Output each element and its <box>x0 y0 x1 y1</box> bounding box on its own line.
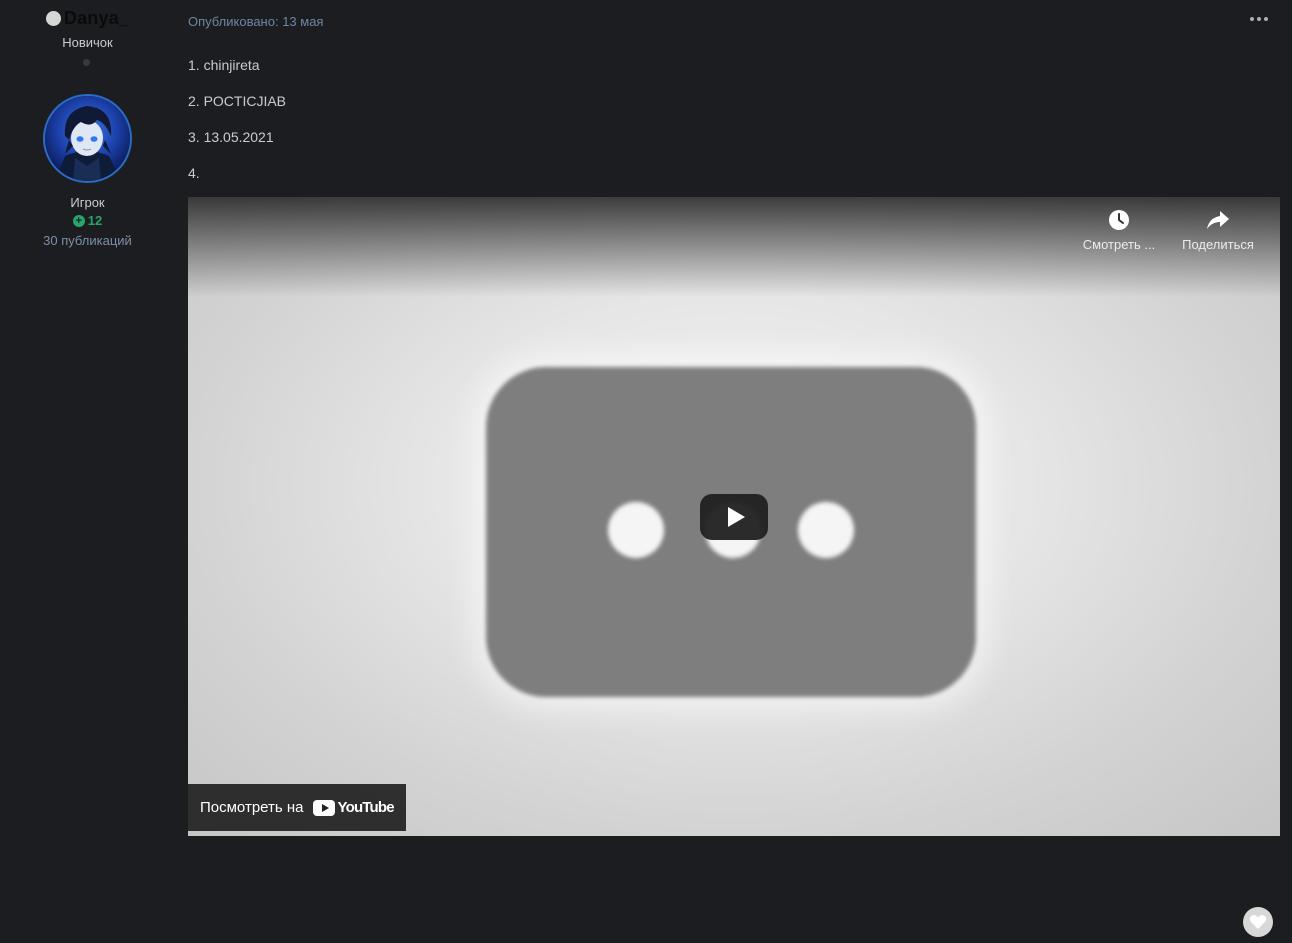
post-line-1: 1. chinjireta <box>188 57 260 73</box>
watch-on-youtube-button[interactable]: Посмотреть на YouTube <box>188 784 406 831</box>
share-label: Поделиться <box>1182 237 1254 252</box>
plus-circle-icon: + <box>72 214 85 227</box>
youtube-embed[interactable]: Смотреть ... Поделиться Посмотреть на Yo… <box>188 197 1280 836</box>
post-date[interactable]: Опубликовано: 13 мая <box>188 14 323 29</box>
post-line-4: 4. <box>188 165 200 181</box>
thumbnail-dot <box>608 502 664 558</box>
share-arrow-icon <box>1173 207 1263 233</box>
thumbnail-dot <box>798 502 854 558</box>
offline-status-icon <box>45 11 61 26</box>
play-button[interactable] <box>700 494 768 540</box>
author-rank: Игрок <box>70 195 105 210</box>
forum-post: Danya_ Новичок Игрок + 12 30 публикаций … <box>0 0 1292 943</box>
post-count: 30 публикаций <box>43 233 132 248</box>
youtube-play-icon <box>313 799 336 816</box>
reputation-count: 12 <box>87 213 103 228</box>
watch-on-label: Посмотреть на <box>200 799 304 816</box>
youtube-wordmark: YouTube <box>337 799 394 816</box>
post-line-3: 3. 13.05.2021 <box>188 129 274 145</box>
play-icon <box>727 507 745 527</box>
author-name-row: Danya_ <box>0 8 175 29</box>
more-options-button[interactable] <box>1250 12 1270 26</box>
reputation: + 12 <box>0 213 175 228</box>
share-button[interactable]: Поделиться <box>1173 207 1263 252</box>
author-name-link[interactable]: Danya_ <box>64 8 129 29</box>
watch-later-label: Смотреть ... <box>1082 237 1156 252</box>
post-line-2: 2. POCTICJIAB <box>188 93 287 109</box>
heart-icon <box>1249 915 1267 929</box>
avatar[interactable] <box>43 94 132 183</box>
avatar-image <box>45 96 130 181</box>
author-panel: Danya_ Новичок Игрок + 12 30 публикаций <box>0 0 175 943</box>
group-dot-icon <box>83 59 90 66</box>
watch-later-button[interactable]: Смотреть ... <box>1074 207 1164 252</box>
ellipsis-icon <box>1250 17 1254 21</box>
clock-icon <box>1074 207 1164 233</box>
youtube-logo: YouTube <box>313 799 395 816</box>
react-button[interactable] <box>1243 907 1273 937</box>
author-group: Новичок <box>62 35 113 50</box>
